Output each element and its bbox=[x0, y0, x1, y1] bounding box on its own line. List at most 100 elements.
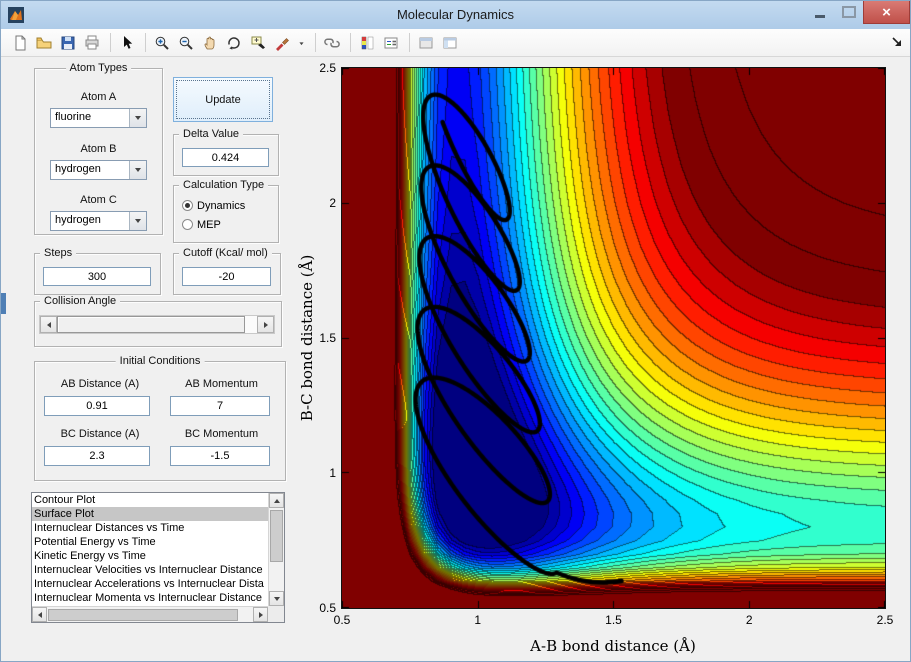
atom-b-label: Atom B bbox=[80, 143, 117, 155]
slider-right-arrow-icon[interactable] bbox=[257, 316, 274, 333]
insert-colorbar-icon[interactable] bbox=[356, 32, 378, 54]
list-horizontal-scrollbar[interactable] bbox=[32, 606, 268, 622]
steps-field[interactable] bbox=[43, 267, 151, 286]
dock-figure-icon[interactable] bbox=[890, 35, 904, 49]
list-vertical-scrollbar[interactable] bbox=[268, 493, 284, 606]
combo-atom-c[interactable]: hydrogen bbox=[50, 211, 147, 231]
panel-title: Calculation Type bbox=[179, 179, 269, 191]
panel-initial-conditions: Initial Conditions AB Distance (A) AB Mo… bbox=[34, 355, 286, 481]
panel-title: Cutoff (Kcal/ mol) bbox=[179, 247, 272, 259]
panel-calculation-type: Calculation Type Dynamics MEP bbox=[173, 179, 279, 243]
open-folder-icon[interactable] bbox=[33, 32, 55, 54]
radio-mep[interactable]: MEP bbox=[182, 217, 221, 232]
y-axis-label: B-C bond distance (Å) bbox=[298, 254, 316, 422]
collision-angle-slider[interactable] bbox=[39, 315, 275, 334]
scrollbar-corner bbox=[268, 606, 284, 622]
minimize-button[interactable] bbox=[805, 1, 834, 23]
panel-title: Collision Angle bbox=[40, 295, 121, 307]
panel-title: Delta Value bbox=[179, 128, 244, 140]
radio-mep-label: MEP bbox=[197, 218, 221, 231]
rotate-3d-icon[interactable] bbox=[223, 32, 245, 54]
ab-distance-field[interactable] bbox=[44, 396, 150, 416]
radio-dynamics[interactable]: Dynamics bbox=[182, 198, 245, 213]
horizontal-scrollbar-thumb[interactable] bbox=[48, 609, 238, 621]
bc-distance-label: BC Distance (A) bbox=[60, 428, 140, 440]
y-tick-label: 1 bbox=[329, 466, 336, 480]
ab-momentum-field[interactable] bbox=[170, 396, 270, 416]
link-plot-icon[interactable] bbox=[321, 32, 343, 54]
list-item[interactable]: Potential Energy vs Time bbox=[32, 535, 268, 549]
combo-atom-a[interactable]: fluorine bbox=[50, 108, 147, 128]
delta-value-field[interactable] bbox=[182, 148, 269, 167]
list-item[interactable]: Surface Plot bbox=[32, 507, 268, 521]
list-item[interactable]: Internuclear Velocities vs Internuclear … bbox=[32, 563, 268, 577]
brush-menu-arrow-icon[interactable] bbox=[295, 32, 308, 54]
new-document-icon[interactable] bbox=[9, 32, 31, 54]
scroll-down-icon[interactable] bbox=[269, 591, 284, 606]
x-tick-label: 1 bbox=[474, 613, 482, 627]
slider-thumb[interactable] bbox=[57, 316, 245, 333]
insert-legend-icon[interactable] bbox=[380, 32, 402, 54]
x-tick-label: 2 bbox=[745, 613, 753, 627]
minimize-icon bbox=[814, 14, 825, 18]
maximize-button[interactable] bbox=[834, 1, 863, 23]
titlebar: Molecular Dynamics × bbox=[1, 1, 910, 30]
scroll-right-icon[interactable] bbox=[253, 607, 268, 622]
toolbar-separator bbox=[409, 33, 410, 52]
show-plot-tools-icon[interactable] bbox=[439, 32, 461, 54]
x-axis-label: A-B bond distance (Å) bbox=[530, 637, 696, 655]
toolbar-separator bbox=[350, 33, 351, 52]
bc-distance-field[interactable] bbox=[44, 446, 150, 466]
figure-toolbar bbox=[1, 29, 910, 57]
slider-left-arrow-icon[interactable] bbox=[40, 316, 57, 333]
combo-atom-b[interactable]: hydrogen bbox=[50, 160, 147, 180]
data-cursor-icon[interactable] bbox=[247, 32, 269, 54]
scroll-left-icon[interactable] bbox=[32, 607, 47, 622]
brush-icon[interactable] bbox=[271, 32, 293, 54]
plot-type-listbox[interactable]: Contour Plot Surface Plot Internuclear Dis… bbox=[31, 492, 285, 623]
bc-momentum-field[interactable] bbox=[170, 446, 270, 466]
list-item[interactable]: Internuclear Momenta vs Internuclear Dis… bbox=[32, 591, 268, 605]
cutoff-field[interactable] bbox=[182, 267, 271, 286]
ab-distance-label: AB Distance (A) bbox=[60, 378, 140, 390]
update-button[interactable]: Update bbox=[173, 77, 273, 122]
print-icon[interactable] bbox=[81, 32, 103, 54]
close-button[interactable]: × bbox=[863, 1, 910, 24]
screen-edge-artifact bbox=[1, 293, 6, 314]
y-tick-label: 2 bbox=[329, 196, 336, 210]
list-item[interactable]: Internuclear Distances vs Time bbox=[32, 521, 268, 535]
combo-atom-c-value: hydrogen bbox=[55, 214, 101, 226]
scroll-up-icon[interactable] bbox=[269, 493, 284, 508]
chevron-down-icon[interactable] bbox=[129, 212, 146, 230]
pan-icon[interactable] bbox=[199, 32, 221, 54]
ab-momentum-label: AB Momentum bbox=[185, 378, 258, 390]
toolbar-separator bbox=[110, 33, 111, 52]
x-tick-label: 0.5 bbox=[333, 613, 351, 627]
panel-title: Steps bbox=[40, 247, 77, 259]
list-item[interactable]: Contour Plot bbox=[32, 493, 268, 507]
panel-cutoff: Cutoff (Kcal/ mol) bbox=[173, 247, 281, 295]
list-item[interactable]: Internuclear Accelerations vs Internucle… bbox=[32, 577, 268, 591]
panel-atom-types: Atom Types Atom A fluorine Atom B hydrog… bbox=[34, 62, 163, 235]
edit-plot-icon[interactable] bbox=[116, 32, 138, 54]
combo-atom-b-value: hydrogen bbox=[55, 163, 101, 175]
hide-plot-tools-icon[interactable] bbox=[415, 32, 437, 54]
radio-dynamics-label: Dynamics bbox=[197, 199, 246, 212]
pes-contour-canvas[interactable] bbox=[342, 68, 885, 608]
chevron-down-icon[interactable] bbox=[129, 161, 146, 179]
zoom-in-icon[interactable] bbox=[151, 32, 173, 54]
panel-title: Atom Types bbox=[65, 62, 132, 74]
zoom-out-icon[interactable] bbox=[175, 32, 197, 54]
save-icon[interactable] bbox=[57, 32, 79, 54]
toolbar-separator bbox=[315, 33, 316, 52]
y-tick-label: 0.5 bbox=[319, 601, 336, 615]
window-controls: × bbox=[805, 1, 910, 24]
list-item[interactable]: Kinetic Energy vs Time bbox=[32, 549, 268, 563]
toolbar-separator bbox=[145, 33, 146, 52]
pes-plot-axes[interactable] bbox=[341, 67, 886, 609]
x-tick-label: 2.5 bbox=[876, 613, 894, 627]
vertical-scrollbar-thumb[interactable] bbox=[270, 510, 283, 562]
atom-c-label: Atom C bbox=[80, 194, 117, 206]
chevron-down-icon[interactable] bbox=[129, 109, 146, 127]
slider-track[interactable] bbox=[245, 316, 257, 333]
